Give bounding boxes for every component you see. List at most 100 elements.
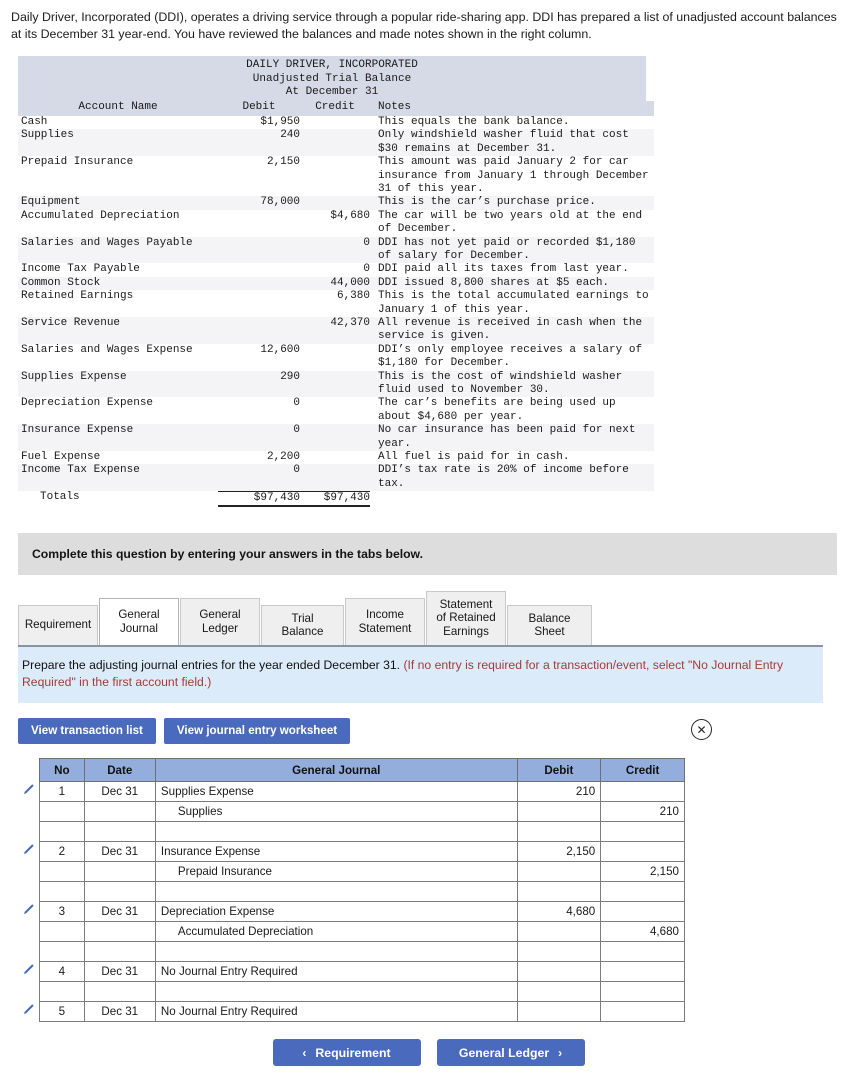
next-button-label: General Ledger — [459, 1046, 549, 1060]
close-icon[interactable]: ✕ — [691, 719, 712, 740]
journal-row-debit[interactable] — [517, 962, 601, 982]
journal-col-no: No — [40, 759, 84, 782]
tb-note-text: DDI’s tax rate is 20% of income before t… — [370, 464, 654, 491]
journal-row-credit[interactable] — [601, 842, 685, 862]
tb-account-name: Equipment — [18, 196, 218, 209]
previous-requirement-button[interactable]: ‹ Requirement — [273, 1039, 421, 1066]
tab-income-statement[interactable]: Income Statement — [345, 598, 425, 645]
edit-pencil-icon[interactable] — [22, 963, 35, 981]
journal-row-number[interactable] — [40, 922, 84, 942]
journal-row-debit[interactable] — [517, 942, 601, 962]
journal-row-date[interactable] — [84, 982, 155, 1002]
journal-row-credit[interactable] — [601, 902, 685, 922]
tb-credit-amount: 6,380 — [300, 290, 370, 317]
tb-note-text: The car will be two years old at the end… — [370, 210, 654, 237]
journal-table-row: Prepaid Insurance 2,150 — [18, 862, 685, 882]
journal-row-number[interactable] — [40, 862, 84, 882]
tb-account-name: Prepaid Insurance — [18, 156, 218, 196]
journal-row-number[interactable] — [40, 882, 84, 902]
journal-row-credit[interactable] — [601, 982, 685, 1002]
journal-row-account[interactable]: Prepaid Insurance — [155, 862, 517, 882]
tab-general-journal[interactable]: General Journal — [99, 598, 179, 645]
journal-row-date[interactable]: Dec 31 — [84, 782, 155, 802]
journal-row-number[interactable]: 1 — [40, 782, 84, 802]
journal-row-debit[interactable] — [517, 802, 601, 822]
journal-row-edit-cell[interactable] — [18, 1002, 40, 1022]
journal-row-number[interactable]: 3 — [40, 902, 84, 922]
view-journal-entry-worksheet-button[interactable]: View journal entry worksheet — [164, 718, 350, 744]
tab-requirement[interactable]: Requirement — [18, 605, 98, 645]
journal-row-edit-cell[interactable] — [18, 782, 40, 802]
journal-row-date[interactable]: Dec 31 — [84, 842, 155, 862]
journal-row-credit[interactable] — [601, 882, 685, 902]
journal-row-credit[interactable] — [601, 1002, 685, 1022]
journal-action-bar: View transaction list View journal entry… — [18, 717, 823, 745]
tab-balance-sheet[interactable]: Balance Sheet — [507, 605, 592, 645]
journal-row-debit[interactable] — [517, 1002, 601, 1022]
journal-row-debit[interactable]: 2,150 — [517, 842, 601, 862]
journal-row-debit[interactable] — [517, 982, 601, 1002]
journal-row-credit[interactable] — [601, 942, 685, 962]
journal-row-account[interactable]: No Journal Entry Required — [155, 962, 517, 982]
journal-row-number[interactable]: 5 — [40, 1002, 84, 1022]
journal-row-account[interactable] — [155, 822, 517, 842]
tab-label: General Ledger — [190, 608, 250, 635]
journal-row-account[interactable]: Supplies — [155, 802, 517, 822]
journal-row-debit[interactable] — [517, 862, 601, 882]
journal-row-edit-cell[interactable] — [18, 962, 40, 982]
journal-row-credit[interactable] — [601, 782, 685, 802]
journal-row-date[interactable] — [84, 862, 155, 882]
journal-row-edit-cell — [18, 802, 40, 822]
tb-credit-amount: 44,000 — [300, 277, 370, 290]
journal-row-account[interactable] — [155, 942, 517, 962]
journal-row-account[interactable] — [155, 882, 517, 902]
journal-row-debit[interactable]: 210 — [517, 782, 601, 802]
journal-row-credit[interactable]: 2,150 — [601, 862, 685, 882]
edit-pencil-icon[interactable] — [22, 843, 35, 861]
edit-pencil-icon[interactable] — [22, 783, 35, 801]
journal-row-date[interactable] — [84, 942, 155, 962]
edit-pencil-icon[interactable] — [22, 1003, 35, 1021]
journal-row-account[interactable]: Accumulated Depreciation — [155, 922, 517, 942]
journal-row-edit-cell[interactable] — [18, 842, 40, 862]
journal-row-date[interactable]: Dec 31 — [84, 902, 155, 922]
journal-row-number[interactable] — [40, 802, 84, 822]
next-general-ledger-button[interactable]: General Ledger › — [437, 1039, 585, 1066]
journal-row-account[interactable]: No Journal Entry Required — [155, 1002, 517, 1022]
journal-row-edit-cell — [18, 882, 40, 902]
tab-general-ledger[interactable]: General Ledger — [180, 598, 260, 645]
journal-row-debit[interactable] — [517, 882, 601, 902]
journal-row-credit[interactable]: 210 — [601, 802, 685, 822]
journal-row-edit-cell[interactable] — [18, 902, 40, 922]
journal-row-number[interactable] — [40, 822, 84, 842]
journal-row-credit[interactable] — [601, 822, 685, 842]
tb-debit-amount — [218, 263, 300, 276]
trial-balance-row: Retained Earnings6,380This is the total … — [18, 290, 654, 317]
journal-row-date[interactable]: Dec 31 — [84, 962, 155, 982]
journal-row-account[interactable]: Insurance Expense — [155, 842, 517, 862]
journal-row-debit[interactable] — [517, 922, 601, 942]
trial-balance-row: Supplies Expense290This is the cost of w… — [18, 371, 654, 398]
journal-row-date[interactable] — [84, 882, 155, 902]
journal-row-account[interactable]: Depreciation Expense — [155, 902, 517, 922]
journal-row-number[interactable]: 2 — [40, 842, 84, 862]
journal-row-date[interactable] — [84, 802, 155, 822]
journal-row-account[interactable]: Supplies Expense — [155, 782, 517, 802]
journal-row-number[interactable] — [40, 942, 84, 962]
tab-label: Statement of Retained Earnings — [436, 598, 496, 639]
journal-row-credit[interactable]: 4,680 — [601, 922, 685, 942]
view-transaction-list-button[interactable]: View transaction list — [18, 718, 156, 744]
tab-statement-of-retained-earnings[interactable]: Statement of Retained Earnings — [426, 591, 506, 645]
journal-row-debit[interactable] — [517, 822, 601, 842]
journal-row-number[interactable]: 4 — [40, 962, 84, 982]
edit-pencil-icon[interactable] — [22, 903, 35, 921]
journal-row-date[interactable] — [84, 822, 155, 842]
tab-trial-balance[interactable]: Trial Balance — [261, 605, 344, 645]
journal-row-debit[interactable]: 4,680 — [517, 902, 601, 922]
journal-row-credit[interactable] — [601, 962, 685, 982]
journal-row-date[interactable]: Dec 31 — [84, 1002, 155, 1022]
journal-row-number[interactable] — [40, 982, 84, 1002]
journal-row-date[interactable] — [84, 922, 155, 942]
journal-row-account[interactable] — [155, 982, 517, 1002]
trial-balance-row: Salaries and Wages Payable0DDI has not y… — [18, 237, 654, 264]
